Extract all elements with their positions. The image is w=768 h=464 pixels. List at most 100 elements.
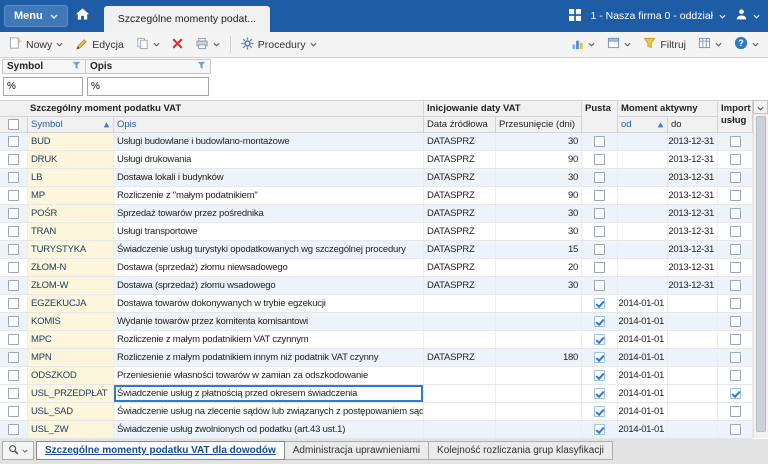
cell-data-zrodlowa[interactable]: DATASPRZ [424,133,496,150]
cell-data-zrodlowa[interactable] [424,385,496,402]
row-checkbox[interactable] [8,154,19,165]
cell-od[interactable]: 2014-01-01 [618,331,668,348]
cell-od[interactable] [618,133,668,150]
group-header-inicjowanie[interactable]: Inicjowanie daty VAT [424,101,582,117]
cell-data-zrodlowa[interactable] [424,421,496,438]
cell-opis[interactable]: Rozliczenie z małym podatnikiem VAT czyn… [114,331,424,348]
table-row[interactable]: MP Rozliczenie z "małym podatnikiem" DAT… [0,187,753,205]
filter-input-opis[interactable] [87,77,209,96]
cell-data-zrodlowa[interactable]: DATASPRZ [424,187,496,204]
user-menu[interactable] [735,8,760,24]
cell-przesuniecie[interactable]: 30 [496,205,582,222]
pusta-checkbox[interactable] [594,244,605,255]
table-row[interactable]: TURYSTYKA Świadczenie usług turystyki op… [0,241,753,259]
cell-opis[interactable]: Sprzedaż towarów przez pośrednika [114,205,424,222]
cell-symbol[interactable]: USL_PRZEDPŁAT [28,385,114,402]
cell-od[interactable]: 2014-01-01 [618,349,668,366]
cell-symbol[interactable]: LB [28,169,114,186]
column-header-do[interactable]: do [668,117,718,133]
table-row[interactable]: USL_SAD Świadczenie usług na zlecenie są… [0,403,753,421]
cell-od[interactable]: 2014-01-01 [618,313,668,330]
cell-od[interactable]: 2014-01-01 [618,295,668,312]
cell-przesuniecie[interactable] [496,313,582,330]
cell-przesuniecie[interactable] [496,331,582,348]
cell-symbol[interactable]: TURYSTYKA [28,241,114,258]
import-checkbox[interactable] [730,172,741,183]
import-checkbox[interactable] [730,352,741,363]
column-header-od[interactable]: od [618,117,668,133]
layout-button[interactable] [693,35,727,54]
cell-przesuniecie[interactable] [496,295,582,312]
cell-przesuniecie[interactable]: 15 [496,241,582,258]
scrollbar-track[interactable] [753,114,768,438]
row-checkbox[interactable] [8,262,19,273]
pusta-checkbox[interactable] [594,352,605,363]
cell-przesuniecie[interactable] [496,403,582,420]
import-checkbox[interactable] [730,316,741,327]
cell-przesuniecie[interactable]: 30 [496,169,582,186]
table-row[interactable]: MPN Rozliczenie z małym podatnikiem inny… [0,349,753,367]
column-header-opis[interactable]: Opis [114,117,424,133]
cell-opis[interactable]: Dostawa (sprzedaż) złomu wsadowego [114,277,424,294]
print-button[interactable] [190,35,225,55]
cell-opis[interactable]: Dostawa towarów dokonywanych w trybie eg… [114,295,424,312]
table-row[interactable]: EGZEKUCJA Dostawa towarów dokonywanych w… [0,295,753,313]
cell-data-zrodlowa[interactable]: DATASPRZ [424,169,496,186]
help-button[interactable]: ? [729,34,764,55]
procedures-button[interactable]: Procedury [236,35,322,55]
select-all-checkbox[interactable] [8,119,19,130]
table-row[interactable]: MPC Rozliczenie z małym podatnikiem VAT … [0,331,753,349]
table-row[interactable]: ZŁOM-W Dostawa (sprzedaż) złomu wsadoweg… [0,277,753,295]
pusta-checkbox[interactable] [594,298,605,309]
row-checkbox[interactable] [8,388,19,399]
pusta-checkbox[interactable] [594,316,605,327]
cell-od[interactable] [618,205,668,222]
cell-do[interactable] [668,385,718,402]
cell-data-zrodlowa[interactable]: DATASPRZ [424,349,496,366]
cell-symbol[interactable]: USL_ZW [28,421,114,438]
cell-symbol[interactable]: MP [28,187,114,204]
cell-od[interactable] [618,151,668,168]
cell-do[interactable] [668,403,718,420]
row-checkbox[interactable] [8,406,19,417]
cell-do[interactable] [668,331,718,348]
pusta-checkbox[interactable] [594,388,605,399]
filter-button[interactable]: Filtruj [638,35,691,54]
cell-data-zrodlowa[interactable]: DATASPRZ [424,277,496,294]
cell-opis[interactable]: Rozliczenie z małym podatnikiem innym ni… [114,349,424,366]
cell-symbol[interactable]: ZŁOM-W [28,277,114,294]
cell-data-zrodlowa[interactable]: DATASPRZ [424,241,496,258]
cell-opis[interactable]: Przeniesienie własności towarów w zamian… [114,367,424,384]
cell-symbol[interactable]: USL_SAD [28,403,114,420]
column-header-przesuniecie[interactable]: Przesunięcie (dni) [496,117,582,133]
scrollbar-thumb[interactable] [756,116,766,432]
cell-opis[interactable]: Usługi drukowania [114,151,424,168]
row-checkbox[interactable] [8,172,19,183]
filter-operator-icon[interactable] [197,61,206,73]
row-checkbox[interactable] [8,298,19,309]
copy-button[interactable] [131,35,165,55]
cell-przesuniecie[interactable]: 20 [496,259,582,276]
cell-symbol[interactable]: ODSZKOD [28,367,114,384]
cell-opis[interactable]: Świadczenie usług na zlecenie sądów lub … [114,403,424,420]
cell-do[interactable] [668,421,718,438]
cell-opis[interactable]: Świadczenie usług turystyki opodatkowany… [114,241,424,258]
import-checkbox[interactable] [730,208,741,219]
cell-do[interactable] [668,349,718,366]
import-checkbox[interactable] [730,406,741,417]
cell-od[interactable]: 2014-01-01 [618,367,668,384]
pusta-checkbox[interactable] [594,280,605,291]
cell-do[interactable]: 2013-12-31 [668,223,718,240]
cell-do[interactable]: 2013-12-31 [668,205,718,222]
cell-opis[interactable]: Dostawa (sprzedaż) złomu niewsadowego [114,259,424,276]
cell-symbol[interactable]: POŚR [28,205,114,222]
cell-przesuniecie[interactable]: 30 [496,223,582,240]
pusta-checkbox[interactable] [594,154,605,165]
cell-przesuniecie[interactable] [496,367,582,384]
row-checkbox[interactable] [8,190,19,201]
cell-opis[interactable]: Usługi budowlane i budowlano-montażowe [114,133,424,150]
import-checkbox[interactable] [730,388,741,399]
pusta-checkbox[interactable] [594,370,605,381]
row-checkbox[interactable] [8,316,19,327]
cell-od[interactable] [618,187,668,204]
